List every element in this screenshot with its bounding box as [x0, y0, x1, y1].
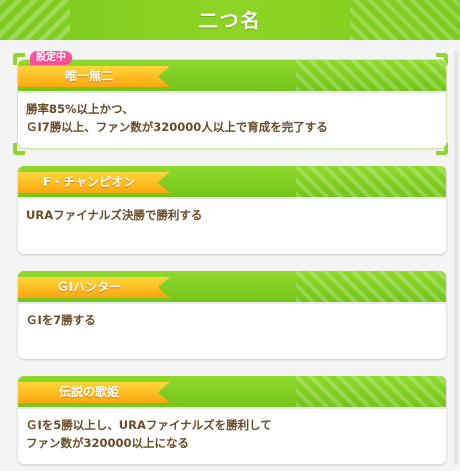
title-card[interactable]: 伝説の歌姫 ＧⅠを5勝以上し、URAファイナルズを勝利して ファン数が32000… — [18, 376, 446, 464]
title-card[interactable]: ＧⅠハンター ＧⅠを7勝する — [18, 271, 446, 359]
description-line: ＧⅠ7勝以上、ファン数が320000人以上で育成を完了する — [26, 120, 328, 134]
title-description: URAファイナルズ決勝で勝利する — [26, 206, 438, 224]
title-description: ＧⅠを5勝以上し、URAファイナルズを勝利して ファン数が320000以上になる — [26, 416, 438, 452]
title-card[interactable]: F・チャンピオン URAファイナルズ決勝で勝利する — [18, 166, 446, 254]
title-name: 唯一無二 — [18, 66, 170, 87]
title-description: ＧⅠを7勝する — [26, 311, 438, 329]
title-card[interactable]: 唯一無二 勝率85%以上かつ、 ＧⅠ7勝以上、ファン数が320000人以上で育成… — [18, 60, 446, 148]
title-name: ＧⅠハンター — [18, 277, 170, 298]
description-line: ＧⅠを5勝以上し、URAファイナルズを勝利して — [26, 418, 272, 432]
title-description: 勝率85%以上かつ、 ＧⅠ7勝以上、ファン数が320000人以上で育成を完了する — [26, 100, 438, 136]
description-line: URAファイナルズ決勝で勝利する — [26, 208, 203, 222]
description-line: ＧⅠを7勝する — [26, 313, 96, 327]
title-name: 伝説の歌姫 — [18, 382, 170, 403]
selected-badge: 設定中 — [30, 51, 72, 65]
screen-title: 二つ名 — [198, 10, 262, 32]
scrollbar[interactable] — [454, 50, 458, 465]
screen-header: 二つ名 — [0, 0, 460, 40]
description-line: ファン数が320000以上になる — [26, 436, 190, 450]
title-name: F・チャンピオン — [18, 172, 170, 193]
description-line: 勝率85%以上かつ、 — [26, 102, 134, 116]
